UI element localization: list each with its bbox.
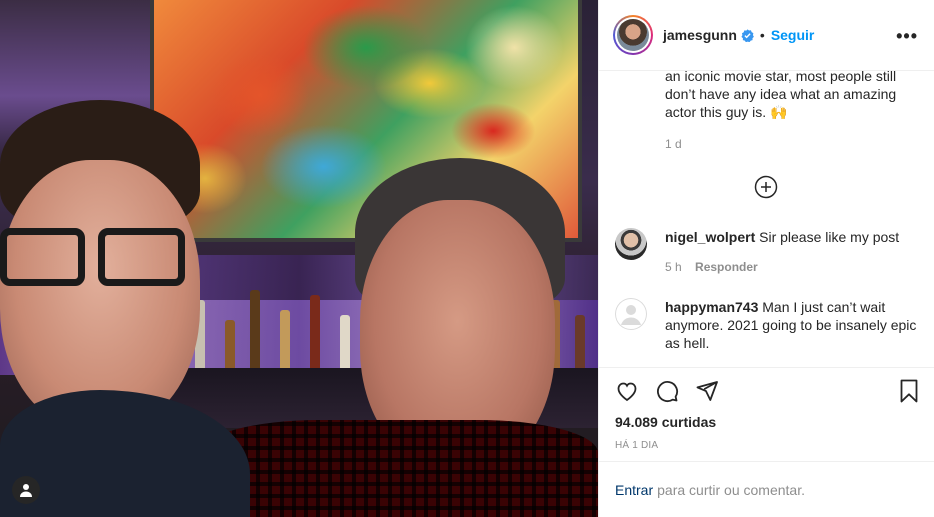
person-right-shirt [200, 420, 598, 517]
post-header: jamesgunn • Seguir ••• [599, 0, 934, 71]
avatar[interactable] [613, 15, 653, 55]
comment-item: happyman743 Man I just can’t wait anymor… [615, 298, 919, 352]
glasses [0, 228, 185, 298]
share-icon[interactable] [695, 379, 719, 403]
likes-count[interactable]: 94.089 curtidas [615, 414, 919, 430]
bookmark-icon[interactable] [897, 379, 921, 403]
post-panel: jamesgunn • Seguir ••• an iconic movie s… [598, 0, 934, 517]
heart-icon[interactable] [615, 379, 639, 403]
caption-time[interactable]: 1 d [665, 137, 919, 151]
comment-text: Sir please like my post [759, 229, 900, 245]
login-link[interactable]: Entrar [615, 482, 653, 498]
more-icon[interactable]: ••• [896, 26, 918, 47]
login-text: para curtir ou comentar. [657, 481, 805, 498]
comment-item: nigel_wolpert Sir please like my post 5 … [615, 228, 919, 276]
comment-time[interactable]: 5 h [665, 260, 682, 274]
comments-section: an iconic movie star, most people still … [599, 71, 934, 367]
username[interactable]: jamesgunn [663, 27, 737, 43]
user-tag-icon[interactable] [12, 476, 40, 504]
post-photo[interactable] [0, 0, 598, 517]
verified-icon [741, 28, 754, 42]
comment-username[interactable]: happyman743 [665, 299, 758, 315]
caption-text: an iconic movie star, most people still … [665, 71, 897, 120]
post-date[interactable]: HÁ 1 DIA [615, 440, 919, 451]
comment-avatar[interactable] [615, 228, 647, 260]
comment-icon[interactable] [655, 379, 679, 403]
add-circle-icon[interactable] [754, 175, 778, 199]
reply-button[interactable]: Responder [695, 260, 758, 274]
login-bar: Entrar para curtir ou comentar. [599, 461, 934, 517]
comment-avatar[interactable] [615, 298, 647, 330]
action-bar: 94.089 curtidas HÁ 1 DIA [599, 367, 934, 461]
comment-username[interactable]: nigel_wolpert [665, 229, 755, 245]
separator-dot: • [759, 27, 765, 43]
follow-button[interactable]: Seguir [771, 27, 815, 43]
